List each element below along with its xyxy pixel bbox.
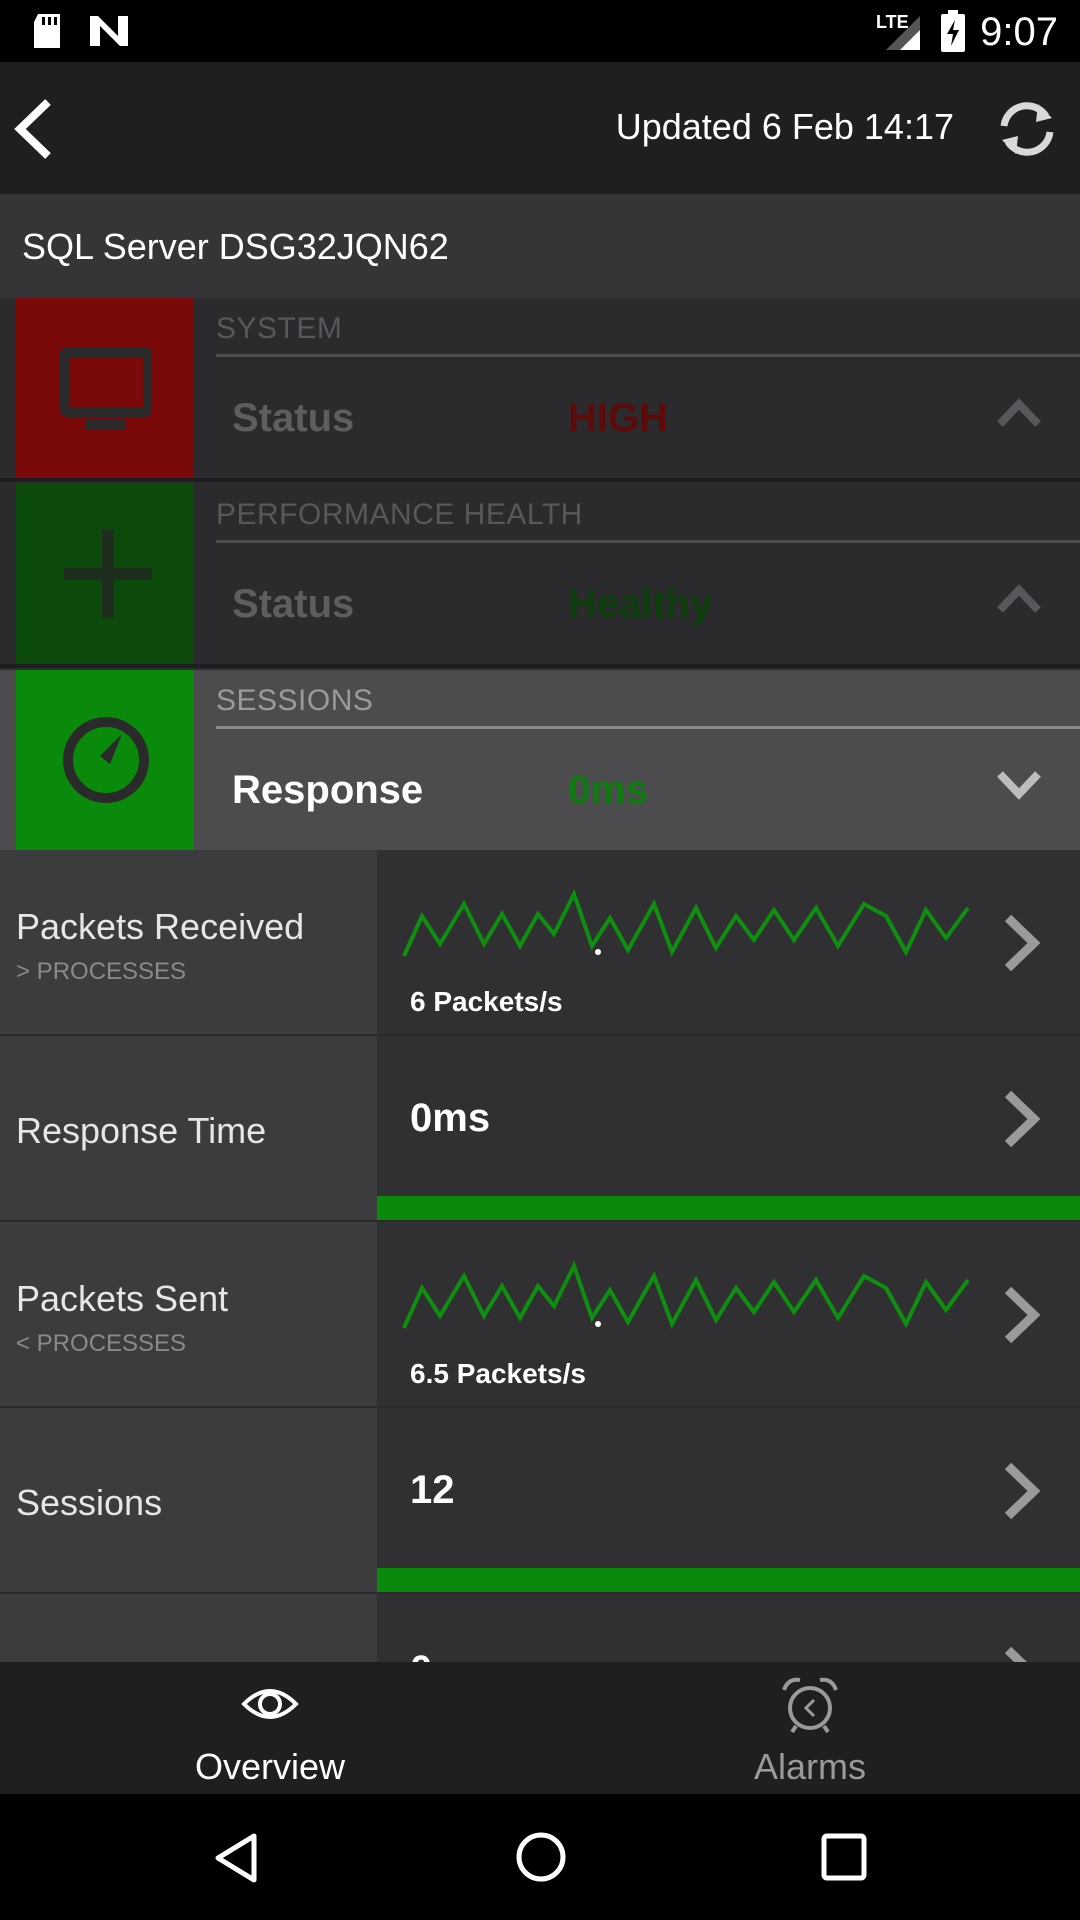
monitor-icon — [60, 348, 152, 430]
server-title-row: SQL Server DSG32JQN62 — [0, 194, 1080, 298]
metric-value-cell — [377, 1594, 1080, 1662]
gauge-icon — [63, 717, 149, 803]
metric-sub: < PROCESSES — [16, 1330, 187, 1357]
tab-overview[interactable]: Overview — [0, 1662, 540, 1794]
section-category: SESSIONS — [216, 684, 374, 717]
metric-sub: > PROCESSES — [16, 958, 187, 985]
chevron-right-icon[interactable] — [1002, 1646, 1040, 1662]
metric-label-cell — [0, 1594, 377, 1662]
plus-icon — [64, 530, 152, 618]
back-arrow-icon[interactable] — [12, 96, 56, 162]
section-label: Status — [232, 396, 355, 440]
divider — [0, 664, 1080, 668]
divider — [0, 478, 1080, 482]
metric-value: 6.5 Packets/s — [410, 1358, 586, 1389]
updated-timestamp: Updated 6 Feb 14:17 — [615, 106, 954, 147]
system-tile — [16, 298, 194, 480]
metric-sessions[interactable]: Sessions 12 — [0, 1408, 1080, 1594]
section-value: 0ms — [568, 768, 649, 812]
server-title: SQL Server DSG32JQN62 — [22, 226, 449, 267]
section-performance-health[interactable]: PERFORMANCE HEALTH Status Healthy — [0, 484, 1080, 668]
status-bar: LTE 9:07 — [0, 0, 1080, 62]
chevron-up-icon[interactable] — [996, 584, 1042, 614]
section-sessions[interactable]: SESSIONS Response 0ms — [0, 670, 1080, 850]
refresh-icon[interactable] — [996, 98, 1058, 160]
tab-overview-label: Overview — [194, 1746, 346, 1787]
section-category: SYSTEM — [216, 312, 343, 345]
performance-tile — [16, 484, 194, 666]
metric-value: 6 Packets/s — [410, 986, 563, 1017]
status-bar-green — [377, 1196, 1080, 1220]
chevron-right-icon[interactable] — [1002, 914, 1040, 972]
metric-packets-received[interactable]: Packets Received > PROCESSES 6 Packets/s — [0, 850, 1080, 1036]
metric-name: Sessions — [16, 1482, 163, 1523]
sparkline — [402, 1260, 970, 1329]
status-bar-green — [377, 1568, 1080, 1592]
recents-square-icon[interactable] — [820, 1832, 868, 1882]
section-label: Response — [232, 768, 424, 812]
chevron-up-icon[interactable] — [996, 398, 1042, 428]
eye-icon — [241, 1689, 299, 1719]
sd-card-icon — [34, 14, 60, 48]
battery-charging-icon — [941, 10, 965, 52]
chevron-right-icon[interactable] — [1002, 1462, 1040, 1520]
metric-name: Packets Sent — [16, 1278, 229, 1319]
chevron-down-icon[interactable] — [996, 770, 1042, 800]
sparkline — [402, 888, 970, 957]
chevron-right-icon[interactable] — [1002, 1090, 1040, 1148]
divider — [216, 354, 1080, 357]
metric-value: 0ms — [410, 1096, 491, 1140]
alarm-clock-icon — [782, 1677, 838, 1734]
metric-value: 0 — [410, 1648, 432, 1662]
metric-name: Response Time — [16, 1110, 267, 1151]
metric-value-cell — [377, 1408, 1080, 1594]
metric-name: Packets Received — [16, 906, 305, 947]
clock: 9:07 — [980, 10, 1058, 54]
tab-alarms-label: Alarms — [753, 1746, 866, 1787]
metric-packets-sent[interactable]: Packets Sent < PROCESSES 6.5 Packets/s — [0, 1222, 1080, 1408]
metric-response-time[interactable]: Response Time 0ms — [0, 1036, 1080, 1222]
section-value: Healthy — [568, 582, 713, 626]
tab-alarms[interactable]: Alarms — [540, 1662, 1080, 1794]
metric-partial[interactable]: 0 — [0, 1594, 1080, 1662]
n-notification-icon — [90, 16, 128, 46]
cell-signal-icon — [886, 16, 920, 50]
section-category: PERFORMANCE HEALTH — [216, 498, 583, 531]
section-system[interactable]: SYSTEM Status HIGH — [0, 298, 1080, 482]
bottom-nav: Overview Alarms — [0, 1662, 1080, 1794]
back-triangle-icon[interactable] — [212, 1832, 260, 1884]
system-nav-bar — [0, 1794, 1080, 1920]
section-label: Status — [232, 582, 355, 626]
metric-value: 12 — [410, 1468, 455, 1512]
divider — [216, 540, 1080, 543]
home-circle-icon[interactable] — [514, 1830, 568, 1884]
section-value: HIGH — [568, 396, 668, 440]
sessions-tile — [16, 670, 194, 850]
divider — [216, 726, 1080, 729]
toolbar: Updated 6 Feb 14:17 — [0, 62, 1080, 194]
chevron-right-icon[interactable] — [1002, 1286, 1040, 1344]
